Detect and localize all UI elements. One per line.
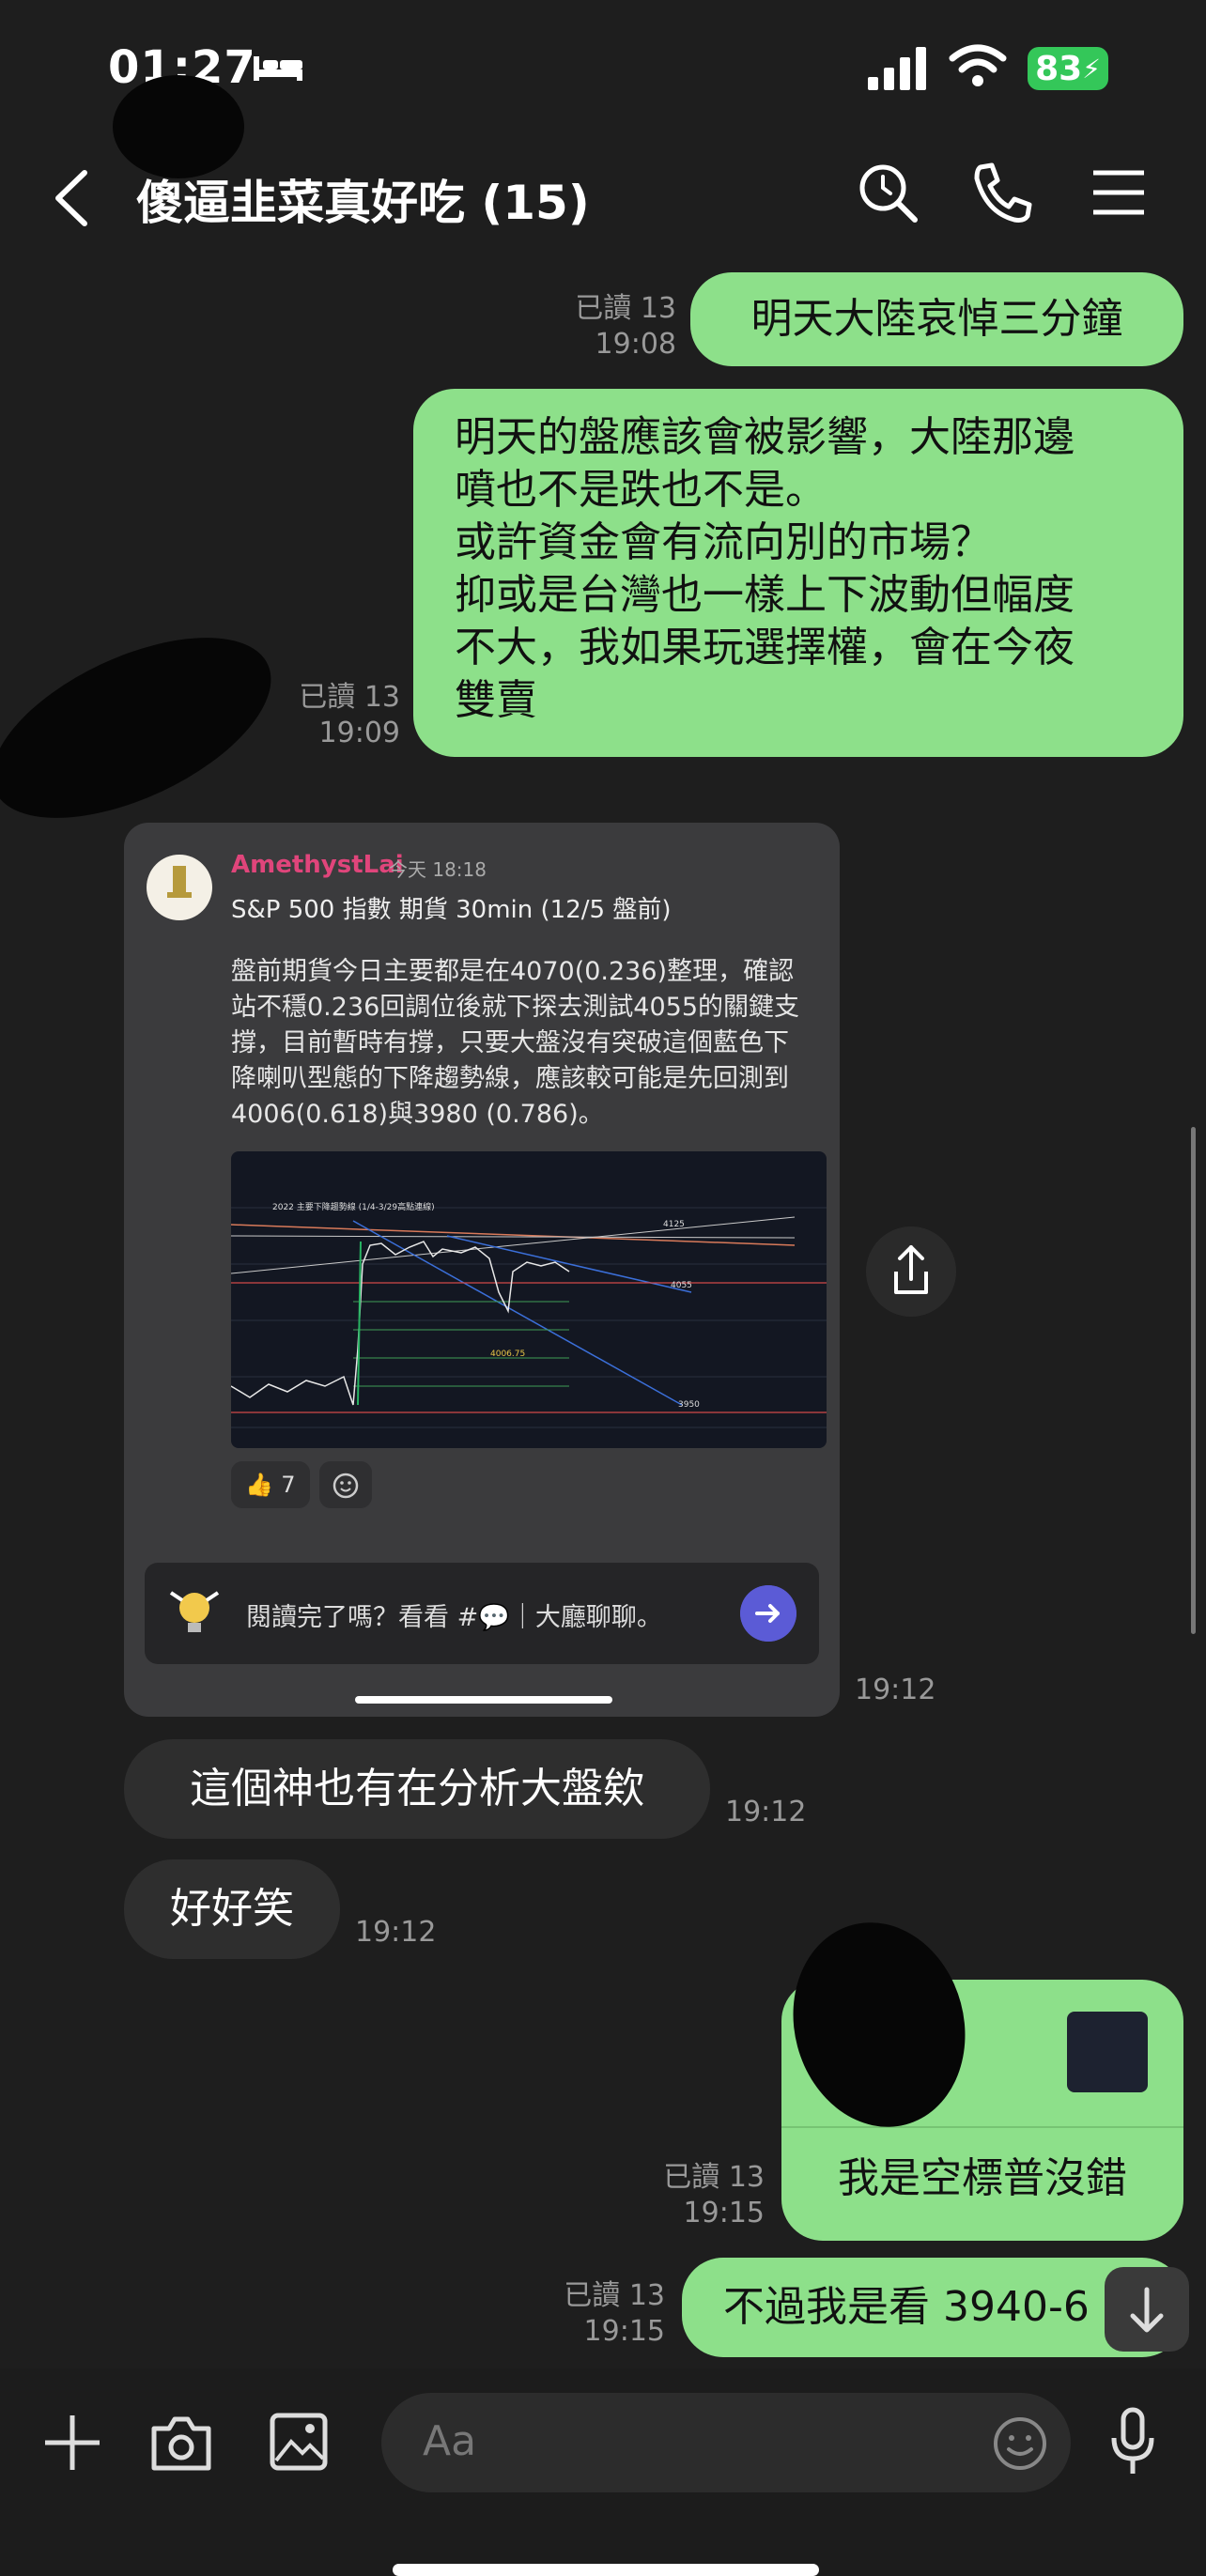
message-line: 噴也不是跌也不是。 <box>455 466 827 514</box>
chart-image[interactable]: 2022 主要下降趨勢線 (1/4-3/29高點連線) 4125 4055 40… <box>231 1151 827 1448</box>
camera-icon[interactable] <box>148 2412 214 2474</box>
read-receipt: 已讀 13 <box>575 292 676 325</box>
message-bubble[interactable]: 明天大陸哀悼三分鐘 <box>690 272 1183 366</box>
post-body-line: 撐，目前暫時有撐，只要大盤沒有突破這個藍色下 <box>231 1028 789 1057</box>
add-reaction-button[interactable] <box>319 1461 372 1508</box>
read-receipt: 已讀 13 <box>299 681 400 714</box>
author-avatar <box>147 855 212 920</box>
message-time: 19:08 <box>595 328 676 361</box>
phone-icon[interactable] <box>969 160 1035 225</box>
message-text: 明天大陸哀悼三分鐘 <box>750 295 1123 343</box>
message-line: 抑或是台灣也一樣上下波動但幅度 <box>455 571 1075 619</box>
chart-label-4125: 4125 <box>663 1220 685 1229</box>
message-line: 不大，我如果玩選擇權，會在今夜 <box>455 624 1075 671</box>
arrow-right-icon[interactable] <box>740 1585 796 1642</box>
message-text: 我是空標普沒錯 <box>838 2154 1127 2202</box>
post-title: S&P 500 指數 期貨 30min (12/5 盤前) <box>231 896 672 924</box>
post-body: 盤前期貨今日主要都是在4070(0.236)整理，確認 站不穩0.236回調位後… <box>231 954 819 1133</box>
redaction-blob <box>113 75 244 178</box>
post-body-line: 盤前期貨今日主要都是在4070(0.236)整理，確認 <box>231 957 795 986</box>
message-meta: 已讀 13 19:08 <box>564 291 676 362</box>
message-line: 或許資金會有流向別的市場？ <box>455 518 992 566</box>
reaction-thumbs-up[interactable]: 👍 7 <box>231 1461 310 1508</box>
scroll-down-button[interactable] <box>1105 2267 1189 2352</box>
search-icon[interactable] <box>855 160 920 225</box>
battery-indicator: 83 ⚡ <box>1028 47 1108 90</box>
message-time: 19:12 <box>355 1916 437 1949</box>
message-input[interactable] <box>381 2393 1071 2492</box>
emoji-icon[interactable] <box>992 2415 1048 2472</box>
chat-title: 傻逼韭菜真好吃 (15) <box>136 176 590 230</box>
message-time: 19:15 <box>583 2315 665 2348</box>
message-line: 雙賣 <box>455 676 537 724</box>
post-body-line: 降喇叭型態的下降趨勢線，應該較可能是先回測到 <box>231 1064 789 1093</box>
image-icon[interactable] <box>269 2412 329 2472</box>
battery-level: 83 <box>1035 49 1083 88</box>
chart-label-4006: 4006.75 <box>490 1350 525 1359</box>
wifi-icon <box>949 44 1007 86</box>
post-time: 今天 18:18 <box>389 858 487 881</box>
reply-thumbnail[interactable] <box>1067 2012 1148 2092</box>
read-receipt: 已讀 13 <box>564 2279 665 2312</box>
message-text: 不過我是看 3940-6 <box>723 2283 1090 2331</box>
share-icon[interactable] <box>866 1226 956 1317</box>
charging-icon: ⚡ <box>1082 53 1101 85</box>
message-line: 明天的盤應該會被影響，大陸那邊 <box>455 413 1075 461</box>
promo-text: 閱讀完了嗎？看看 #💬｜大廳聊聊。 <box>246 1603 662 1632</box>
card-scroll-handle <box>355 1696 612 1704</box>
menu-icon[interactable] <box>1086 160 1152 225</box>
chart-label-trend: 2022 主要下降趨勢線 (1/4-3/29高點連線) <box>272 1201 435 1212</box>
message-meta: 已讀 13 19:15 <box>558 2278 665 2350</box>
signal-icon <box>868 47 926 90</box>
message-text: 好好笑 <box>170 1885 294 1933</box>
scrollbar[interactable] <box>1191 1127 1196 1634</box>
back-button[interactable] <box>49 167 96 229</box>
chart-label-4055: 4055 <box>671 1281 692 1290</box>
message-bubble[interactable]: 明天的盤應該會被影響，大陸那邊 噴也不是跌也不是。 或許資金會有流向別的市場？ … <box>413 389 1183 757</box>
plus-icon[interactable] <box>41 2412 103 2474</box>
message-text: 這個神也有在分析大盤欸 <box>190 1765 644 1812</box>
read-receipt: 已讀 13 <box>663 2161 765 2194</box>
chart-label-3950: 3950 <box>678 1400 700 1410</box>
post-body-line: 4006(0.618)與3980 (0.786)。 <box>231 1100 604 1129</box>
thumbs-up-icon: 👍 <box>245 1472 274 1498</box>
microphone-icon[interactable] <box>1108 2406 1157 2477</box>
post-author[interactable]: AmethystLai <box>231 851 404 879</box>
lightbulb-icon <box>169 1591 220 1632</box>
redaction-blob <box>0 600 298 856</box>
shared-post-card[interactable]: AmethystLai 今天 18:18 S&P 500 指數 期貨 30min… <box>124 823 840 1717</box>
message-input-placeholder: Aa <box>423 2417 477 2465</box>
home-indicator <box>393 2564 819 2576</box>
message-bubble[interactable]: 好好笑 <box>124 1859 340 1959</box>
bed-icon <box>254 56 302 81</box>
message-meta: 已讀 13 19:15 <box>657 2160 765 2231</box>
post-body-line: 站不穩0.236回調位後就下探去測試4055的關鍵支 <box>231 993 800 1022</box>
promo-banner[interactable]: 閱讀完了嗎？看看 #💬｜大廳聊聊。 <box>145 1563 819 1664</box>
message-time: 19:12 <box>855 1674 936 1706</box>
message-bubble[interactable]: 這個神也有在分析大盤欸 <box>124 1739 710 1839</box>
reply-divider <box>781 2126 1183 2128</box>
reaction-count: 7 <box>281 1472 296 1498</box>
message-time: 19:12 <box>725 1796 807 1828</box>
message-time: 19:15 <box>683 2197 765 2229</box>
message-time: 19:09 <box>318 717 400 749</box>
message-meta: 已讀 13 19:09 <box>289 680 400 751</box>
